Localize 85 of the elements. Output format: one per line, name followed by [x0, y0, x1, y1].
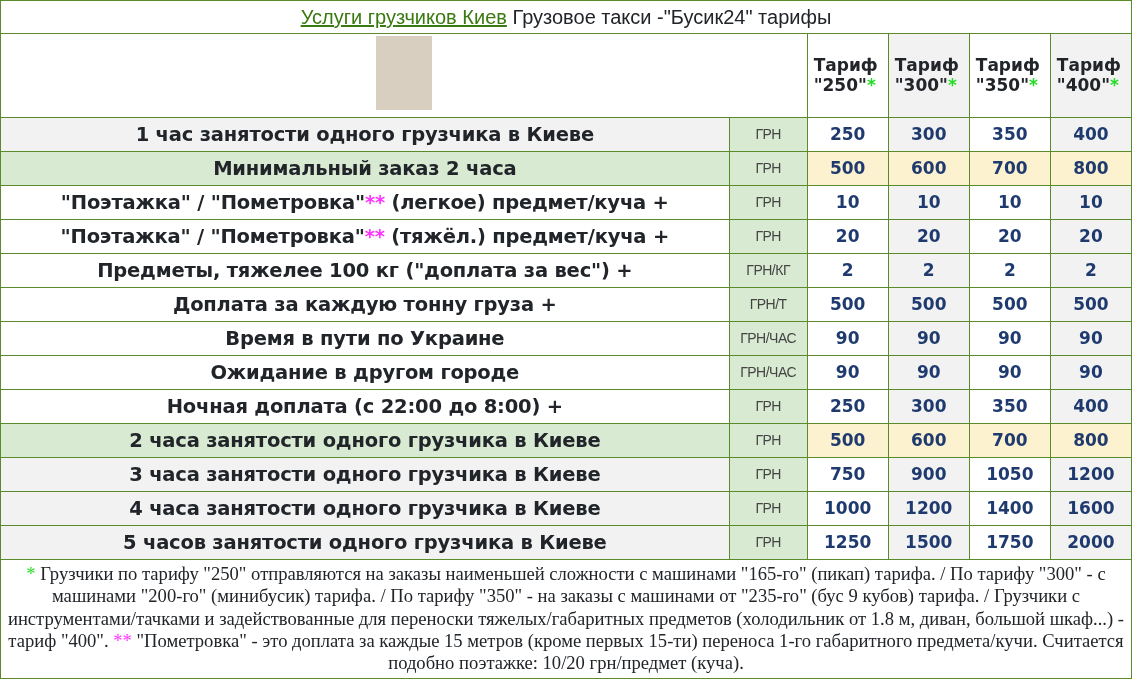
price-cell: 2: [807, 253, 889, 288]
price-cell: 300: [888, 389, 970, 424]
price-cell: 350: [969, 389, 1051, 424]
price-cell: 500: [807, 151, 889, 186]
price-cell: 2: [969, 253, 1051, 288]
price-cell: 90: [969, 321, 1051, 356]
price-cell: 350: [969, 117, 1051, 152]
row-label: 4 часа занятости одного грузчика в Киеве: [0, 491, 730, 526]
row-label: "Поэтажка" / "Пометровка"** (тяжёл.) предмет/куча +: [0, 219, 730, 254]
price-cell: 300: [888, 117, 970, 152]
row-label: 3 часа занятости одного грузчика в Киеве: [0, 457, 730, 492]
price-cell: 1050: [969, 457, 1051, 492]
price-cell: 1400: [969, 491, 1051, 526]
price-cell: 90: [807, 355, 889, 390]
row-label: "Поэтажка" / "Пометровка"** (легкое) предмет/куча +: [0, 185, 730, 220]
price-cell: 600: [888, 423, 970, 458]
column-header: Тариф "400"*: [1050, 33, 1132, 118]
price-cell: 90: [1050, 355, 1132, 390]
unit-cell: ГРН: [729, 457, 808, 492]
price-cell: 250: [807, 389, 889, 424]
price-cell: 10: [888, 185, 970, 220]
price-cell: 800: [1050, 151, 1132, 186]
unit-cell: ГРН: [729, 525, 808, 560]
price-cell: 500: [969, 287, 1051, 322]
row-label: Доплата за каждую тонну груза +: [0, 287, 730, 322]
price-cell: 90: [807, 321, 889, 356]
column-header: Тариф "300"*: [888, 33, 970, 118]
price-cell: 400: [1050, 117, 1132, 152]
column-header: Тариф "350"*: [969, 33, 1051, 118]
row-label: 1 час занятости одного грузчика в Киеве: [0, 117, 730, 152]
price-cell: 500: [888, 287, 970, 322]
price-cell: 600: [888, 151, 970, 186]
price-cell: 1200: [1050, 457, 1132, 492]
price-cell: 1500: [888, 525, 970, 560]
unit-cell: ГРН: [729, 423, 808, 458]
unit-cell: ГРН: [729, 219, 808, 254]
price-cell: 90: [888, 355, 970, 390]
price-cell: 400: [1050, 389, 1132, 424]
row-label: Ожидание в другом городе: [0, 355, 730, 390]
price-cell: 20: [1050, 219, 1132, 254]
price-cell: 900: [888, 457, 970, 492]
page-title: Услуги грузчиков Киев Грузовое такси -"Бусик24" тарифы: [0, 0, 1132, 34]
price-cell: 700: [969, 151, 1051, 186]
unit-cell: ГРН/ЧАС: [729, 321, 808, 356]
price-cell: 1000: [807, 491, 889, 526]
price-cell: 700: [969, 423, 1051, 458]
row-label: Ночная доплата (с 22:00 до 8:00) +: [0, 389, 730, 424]
unit-cell: ГРН/ЧАС: [729, 355, 808, 390]
price-cell: 500: [807, 423, 889, 458]
row-label: 5 часов занятости одного грузчика в Киеве: [0, 525, 730, 560]
unit-cell: ГРН: [729, 117, 808, 152]
price-cell: 90: [969, 355, 1051, 390]
price-cell: 500: [1050, 287, 1132, 322]
price-cell: 2: [888, 253, 970, 288]
price-cell: 500: [807, 287, 889, 322]
price-cell: 90: [888, 321, 970, 356]
price-cell: 1200: [888, 491, 970, 526]
price-cell: 20: [807, 219, 889, 254]
price-cell: 1600: [1050, 491, 1132, 526]
title-link[interactable]: Услуги грузчиков Киев: [300, 6, 507, 28]
price-cell: 250: [807, 117, 889, 152]
unit-cell: ГРН: [729, 491, 808, 526]
row-label: 2 часа занятости одного грузчика в Киеве: [0, 423, 730, 458]
price-cell: 10: [969, 185, 1051, 220]
column-header: Тариф "250"*: [807, 33, 889, 118]
price-cell: 10: [807, 185, 889, 220]
price-cell: 90: [1050, 321, 1132, 356]
price-cell: 10: [1050, 185, 1132, 220]
unit-cell: ГРН/Т: [729, 287, 808, 322]
unit-cell: ГРН: [729, 185, 808, 220]
price-cell: 20: [888, 219, 970, 254]
price-cell: 2000: [1050, 525, 1132, 560]
row-label: Время в пути по Украине: [0, 321, 730, 356]
unit-cell: ГРН: [729, 389, 808, 424]
price-cell: 20: [969, 219, 1051, 254]
price-cell: 750: [807, 457, 889, 492]
price-cell: 2: [1050, 253, 1132, 288]
price-cell: 1250: [807, 525, 889, 560]
footnote-text: * Грузчики по тарифу "250" отправляются на заказы наименьшей сложности с машинами "165-го" (пикап) тарифа. / По тарифу "300" - с машинами "200-го" (минибусик) тарифа. / По тарифу "350" - на заказы с машинами от "235-го" (бус 9 кубов) тарифа. / Грузчики с инструментами/тачками и задействованные для переноски тяжелых/габаритных предметов (холодильник от 1.8 м, диван, большой шкаф...) - тариф "400". ** "Пометровка" - это доплата за каждые 15 метров (кроме первых 15-ти) переноса 1-го габаритного предмета/кучи. Считается подобно поэтажке: 10/20 грн/предмет (куча).: [0, 559, 1132, 679]
row-label: Минимальный заказ 2 часа: [0, 151, 730, 186]
unit-cell: ГРН: [729, 151, 808, 186]
unit-cell: ГРН/КГ: [729, 253, 808, 288]
price-cell: 1750: [969, 525, 1051, 560]
row-label: Предметы, тяжелее 100 кг ("доплата за вес") +: [0, 253, 730, 288]
price-cell: 800: [1050, 423, 1132, 458]
